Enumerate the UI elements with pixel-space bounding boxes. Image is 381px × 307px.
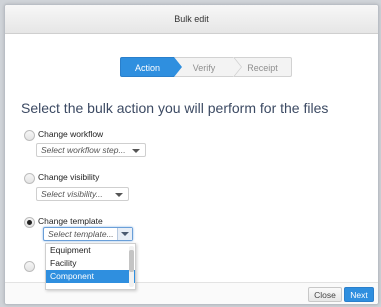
chevron-down-icon: [132, 149, 140, 153]
dropdown-item-component[interactable]: Component: [46, 270, 135, 283]
dropdown-item-equipment[interactable]: Equipment: [46, 244, 135, 257]
chevron-down-icon[interactable]: [117, 228, 132, 240]
fourth-radio[interactable]: [24, 261, 35, 272]
template-select[interactable]: Select template...: [43, 227, 133, 241]
visibility-radio[interactable]: [24, 173, 35, 184]
chevron-right-icon: [233, 57, 241, 77]
template-dropdown-list: Equipment Facility Component: [45, 243, 136, 290]
visibility-select-value: Select visibility...: [41, 189, 103, 199]
option-fourth[interactable]: [24, 260, 36, 274]
dialog-title: Bulk edit: [5, 5, 378, 34]
workflow-select[interactable]: Select workflow step...: [36, 143, 146, 157]
dropdown-item-facility[interactable]: Facility: [46, 257, 135, 270]
template-label: Change template: [38, 216, 103, 226]
workflow-label: Change workflow: [38, 129, 104, 139]
visibility-label: Change visibility: [38, 172, 100, 182]
workflow-select-value: Select workflow step...: [41, 145, 126, 155]
next-button[interactable]: Next: [344, 287, 374, 302]
page-heading: Select the bulk action you will perform …: [21, 100, 329, 116]
template-select-value: Select template...: [48, 229, 114, 239]
wizard-step-verify[interactable]: Verify: [174, 57, 234, 77]
wizard-step-receipt[interactable]: Receipt: [234, 57, 292, 77]
close-button[interactable]: Close: [308, 287, 342, 302]
wizard-step-action[interactable]: Action: [120, 57, 174, 77]
visibility-select[interactable]: Select visibility...: [36, 187, 129, 201]
chevron-right-icon: [174, 57, 182, 77]
chevron-down-icon: [115, 193, 123, 197]
dropdown-scrollbar[interactable]: [129, 246, 134, 287]
bulk-edit-dialog: Bulk edit Action Verify Receipt Select t…: [4, 4, 379, 305]
template-radio[interactable]: [24, 217, 35, 228]
dropdown-scrollbar-thumb[interactable]: [129, 250, 134, 272]
workflow-radio[interactable]: [24, 130, 35, 141]
